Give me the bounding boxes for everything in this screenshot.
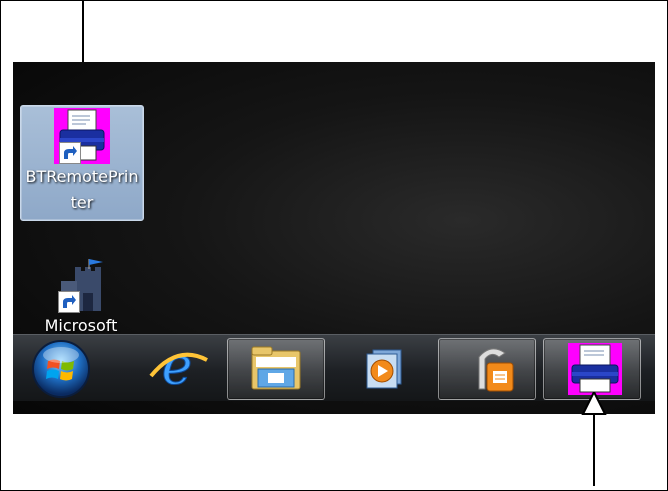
internet-explorer-icon: e — [149, 338, 208, 398]
windows-logo-icon — [32, 340, 90, 398]
taskbar-windows-explorer[interactable] — [227, 338, 325, 400]
taskbar: e — [13, 334, 655, 401]
media-player-icon — [366, 349, 402, 389]
desktop-icon-label: BTRemotePrinter — [25, 167, 139, 212]
shortcut-overlay-icon — [58, 291, 80, 313]
printer-icon — [568, 343, 622, 395]
shortcut-overlay-icon — [59, 142, 81, 164]
desktop-icon-btremoteprinter[interactable]: BTRemotePrinter — [20, 105, 144, 221]
svg-text:e: e — [162, 338, 193, 397]
desktop-screen: BTRemotePrinter Microsoft e — [13, 62, 655, 414]
taskbar-internet-explorer[interactable]: e — [129, 338, 225, 398]
bottom-annotation-arrow-line — [593, 414, 595, 486]
desktop-icon-microsoft[interactable]: Microsoft — [20, 255, 142, 335]
office-app-icon — [478, 348, 514, 392]
taskbar-btremoteprinter[interactable] — [543, 338, 641, 400]
taskbar-office-app[interactable] — [438, 338, 536, 400]
folder-icon — [251, 346, 301, 390]
taskbar-media-player[interactable] — [335, 338, 431, 398]
start-button[interactable] — [31, 339, 91, 399]
top-annotation-arrow-line — [82, 0, 84, 70]
